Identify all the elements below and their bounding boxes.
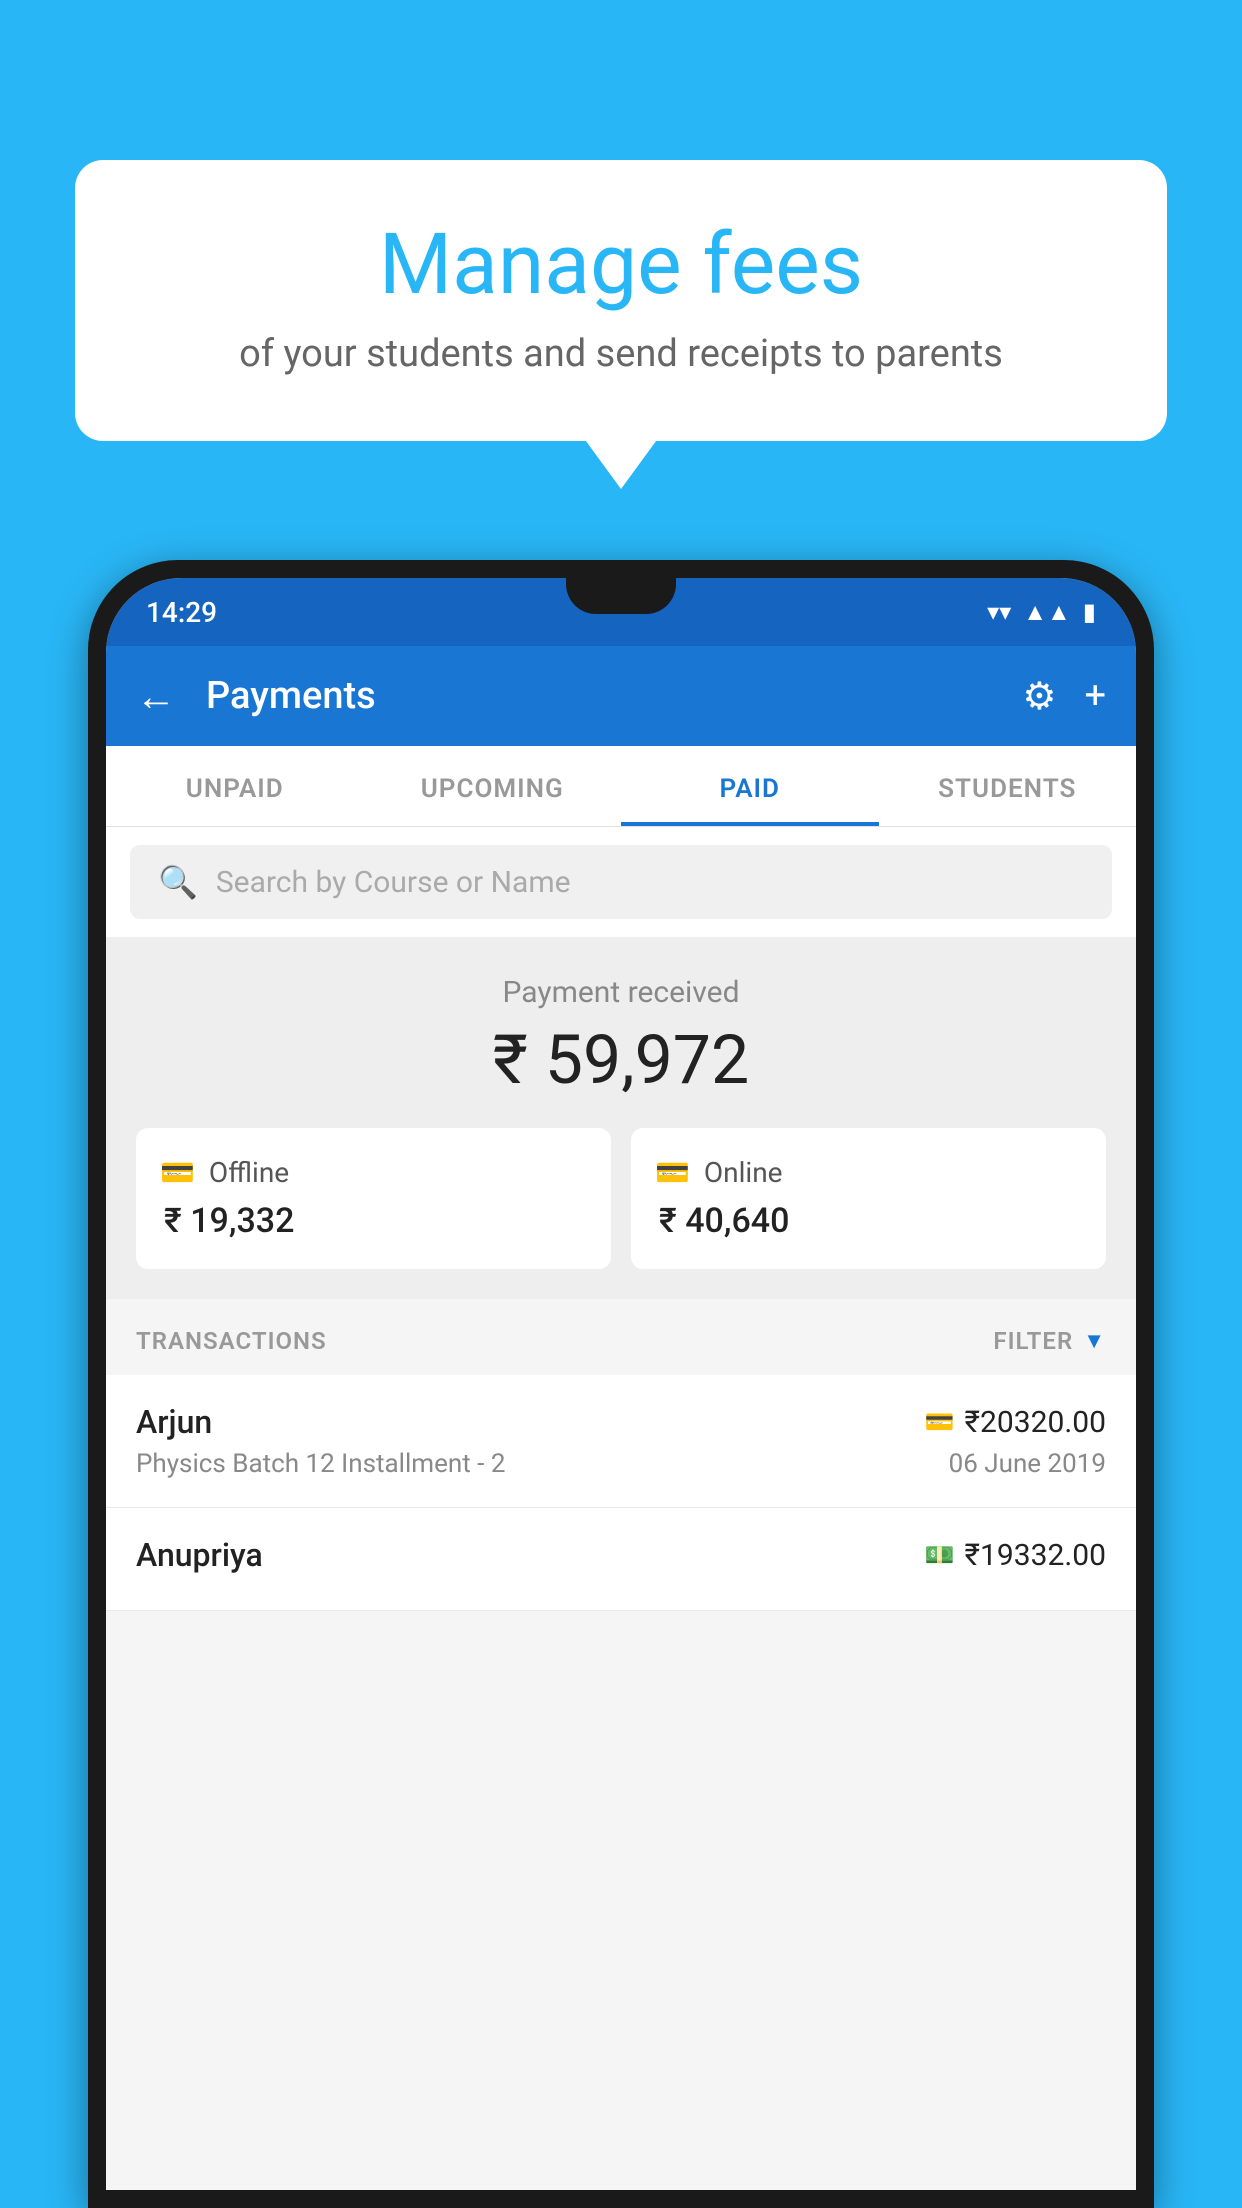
payment-label: Payment received: [136, 975, 1106, 1010]
transaction-desc-1: Physics Batch 12 Installment - 2: [136, 1449, 505, 1479]
phone-screen: 14:29 ▾▾ ▲▲ ▮ ← Payments ⚙ + UNPAID UPCO…: [106, 578, 1136, 2190]
search-container: 🔍 Search by Course or Name: [106, 827, 1136, 937]
app-bar: ← Payments ⚙ +: [106, 646, 1136, 746]
search-icon: 🔍: [158, 863, 198, 901]
tab-upcoming[interactable]: UPCOMING: [364, 746, 622, 826]
transaction-top-2: Anupriya 💵 ₹19332.00: [136, 1536, 1106, 1574]
search-placeholder: Search by Course or Name: [216, 865, 571, 900]
offline-label: Offline: [209, 1156, 289, 1189]
offline-card-header: 💳 Offline: [160, 1156, 587, 1189]
phone-frame: 14:29 ▾▾ ▲▲ ▮ ← Payments ⚙ + UNPAID UPCO…: [88, 560, 1154, 2208]
search-box[interactable]: 🔍 Search by Course or Name: [130, 845, 1112, 919]
transaction-amount-1: ₹20320.00: [965, 1405, 1106, 1440]
offline-amount: ₹ 19,332: [160, 1201, 587, 1241]
gear-icon[interactable]: ⚙: [1022, 674, 1056, 719]
bubble-subtitle: of your students and send receipts to pa…: [135, 332, 1107, 376]
filter-label: FILTER: [993, 1327, 1073, 1355]
online-card-header: 💳 Online: [655, 1156, 1082, 1189]
transaction-amount-2: ₹19332.00: [965, 1538, 1106, 1573]
notch: [566, 578, 676, 614]
tab-paid[interactable]: PAID: [621, 746, 879, 826]
transaction-name-2: Anupriya: [136, 1536, 263, 1574]
status-bar: 14:29 ▾▾ ▲▲ ▮: [106, 578, 1136, 646]
transaction-top-1: Arjun 💳 ₹20320.00: [136, 1403, 1106, 1441]
tabs: UNPAID UPCOMING PAID STUDENTS: [106, 746, 1136, 827]
transaction-bottom-1: Physics Batch 12 Installment - 2 06 June…: [136, 1449, 1106, 1479]
table-row[interactable]: Arjun 💳 ₹20320.00 Physics Batch 12 Insta…: [106, 1375, 1136, 1508]
signal-icon: ▲▲: [1023, 598, 1071, 627]
offline-payment-icon-2: 💵: [925, 1541, 955, 1569]
online-card: 💳 Online ₹ 40,640: [631, 1128, 1106, 1269]
online-icon: 💳: [655, 1156, 690, 1189]
transactions-label: TRANSACTIONS: [136, 1327, 327, 1355]
payment-cards: 💳 Offline ₹ 19,332 💳 Online ₹ 40,640: [136, 1128, 1106, 1269]
offline-card: 💳 Offline ₹ 19,332: [136, 1128, 611, 1269]
battery-icon: ▮: [1083, 598, 1096, 626]
online-amount: ₹ 40,640: [655, 1201, 1082, 1241]
tab-students[interactable]: STUDENTS: [879, 746, 1137, 826]
online-label: Online: [704, 1156, 783, 1189]
filter-button[interactable]: FILTER ▼: [993, 1327, 1106, 1355]
online-payment-icon-1: 💳: [925, 1408, 955, 1436]
transaction-name-1: Arjun: [136, 1403, 212, 1441]
app-bar-title: Payments: [206, 674, 1002, 718]
plus-icon[interactable]: +: [1084, 674, 1106, 718]
speech-bubble: Manage fees of your students and send re…: [75, 160, 1167, 441]
status-time: 14:29: [146, 596, 217, 629]
app-bar-actions: ⚙ +: [1022, 674, 1106, 719]
payment-received-section: Payment received ₹ 59,972 💳 Offline ₹ 19…: [106, 937, 1136, 1299]
transaction-amount-wrap-2: 💵 ₹19332.00: [925, 1538, 1106, 1573]
filter-icon: ▼: [1083, 1328, 1106, 1354]
transactions-header: TRANSACTIONS FILTER ▼: [106, 1299, 1136, 1375]
back-button[interactable]: ←: [136, 673, 176, 720]
tab-unpaid[interactable]: UNPAID: [106, 746, 364, 826]
transaction-amount-wrap-1: 💳 ₹20320.00: [925, 1405, 1106, 1440]
bubble-title: Manage fees: [135, 215, 1107, 314]
payment-total-amount: ₹ 59,972: [136, 1020, 1106, 1100]
wifi-icon: ▾▾: [987, 598, 1011, 626]
table-row[interactable]: Anupriya 💵 ₹19332.00: [106, 1508, 1136, 1611]
transaction-date-1: 06 June 2019: [949, 1449, 1106, 1479]
offline-icon: 💳: [160, 1156, 195, 1189]
status-icons: ▾▾ ▲▲ ▮: [987, 598, 1096, 627]
